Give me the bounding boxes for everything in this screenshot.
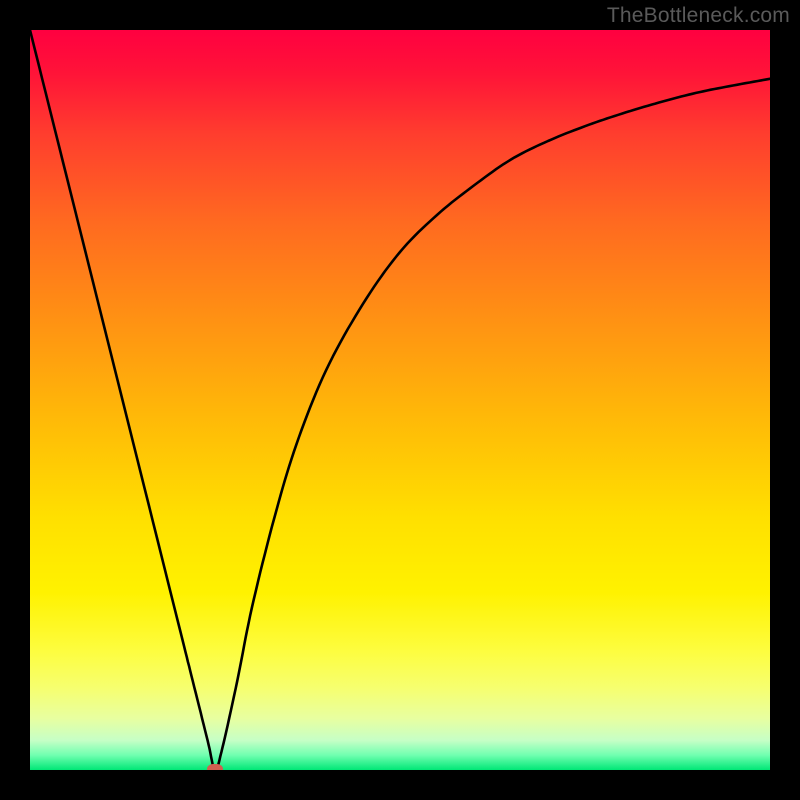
chart-container: TheBottleneck.com bbox=[0, 0, 800, 800]
watermark-text: TheBottleneck.com bbox=[607, 4, 790, 28]
minimum-marker bbox=[207, 764, 223, 770]
bottleneck-curve bbox=[30, 30, 770, 770]
plot-area bbox=[30, 30, 770, 770]
